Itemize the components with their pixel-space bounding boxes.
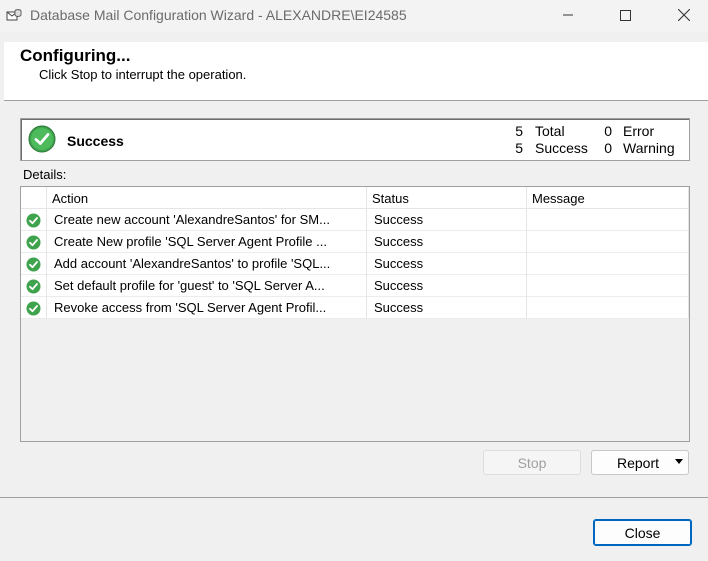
row-action: Set default profile for 'guest' to 'SQL … [54, 278, 325, 293]
status-summary-panel: Success 5 Total 0 Error 5 Success 0 Warn… [20, 118, 690, 161]
database-mail-icon [6, 9, 22, 21]
success-check-icon [26, 257, 41, 272]
row-action: Create new account 'AlexandreSantos' for… [54, 212, 330, 227]
status-label: Success [67, 133, 124, 149]
error-label: Error [623, 123, 655, 139]
column-header-action[interactable]: Action [52, 191, 88, 206]
total-count: 5 [515, 123, 523, 139]
maximize-button[interactable] [602, 0, 648, 30]
row-status: Success [374, 300, 424, 315]
table-row[interactable]: Set default profile for 'guest' to 'SQL … [21, 275, 689, 297]
success-check-icon [26, 301, 41, 316]
grid-header: Action Status Message [21, 187, 689, 209]
minimize-button[interactable] [545, 0, 591, 30]
footer-divider [0, 497, 708, 498]
dropdown-arrow-icon [675, 459, 683, 464]
success-check-icon [28, 125, 56, 153]
window-title: Database Mail Configuration Wizard - ALE… [30, 7, 407, 23]
row-action: Create New profile 'SQL Server Agent Pro… [54, 234, 327, 249]
table-row[interactable]: Revoke access from 'SQL Server Agent Pro… [21, 297, 689, 319]
row-action: Add account 'AlexandreSantos' to profile… [54, 256, 331, 271]
details-label: Details: [23, 167, 67, 182]
close-button[interactable]: Close [593, 519, 692, 546]
error-count: 0 [604, 123, 612, 139]
success-check-icon [26, 213, 41, 228]
column-divider [688, 187, 689, 318]
row-action: Revoke access from 'SQL Server Agent Pro… [54, 300, 327, 315]
column-divider [526, 187, 527, 318]
success-check-icon [26, 235, 41, 250]
success-label: Success [535, 140, 588, 156]
report-button-label: Report [617, 454, 660, 471]
row-status: Success [374, 256, 424, 271]
minimize-icon [563, 14, 573, 16]
table-row[interactable]: Create New profile 'SQL Server Agent Pro… [21, 231, 689, 253]
title-bar: Database Mail Configuration Wizard - ALE… [0, 0, 708, 32]
row-status: Success [374, 278, 424, 293]
column-divider [366, 187, 367, 318]
row-status: Success [374, 212, 424, 227]
warning-label: Warning [623, 140, 675, 156]
success-count: 5 [515, 140, 523, 156]
maximize-icon [619, 9, 631, 21]
wizard-header: Configuring... Click Stop to interrupt t… [4, 42, 708, 101]
row-status: Success [374, 234, 424, 249]
success-check-icon [26, 279, 41, 294]
total-label: Total [535, 123, 565, 139]
column-divider [46, 187, 47, 318]
warning-count: 0 [604, 140, 612, 156]
table-row[interactable]: Add account 'AlexandreSantos' to profile… [21, 253, 689, 275]
page-title: Configuring... [20, 46, 131, 65]
table-row[interactable]: Create new account 'AlexandreSantos' for… [21, 209, 689, 231]
page-subtitle: Click Stop to interrupt the operation. [39, 67, 247, 82]
report-button[interactable]: Report [591, 450, 689, 475]
column-header-message[interactable]: Message [532, 191, 585, 206]
stop-button[interactable]: Stop [483, 450, 581, 475]
column-header-status[interactable]: Status [372, 191, 409, 206]
close-icon [678, 9, 690, 21]
window-close-button[interactable] [661, 0, 707, 30]
details-grid[interactable]: Action Status Message Create new account… [20, 186, 690, 442]
